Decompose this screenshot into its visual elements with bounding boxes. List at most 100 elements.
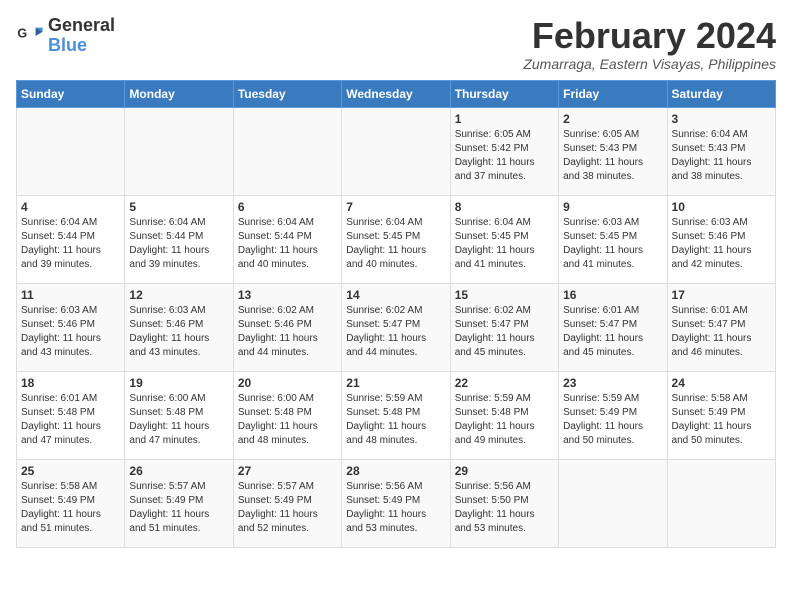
day-info: Sunrise: 6:04 AM Sunset: 5:43 PM Dayligh…	[672, 128, 771, 184]
logo: G GeneralBlue	[16, 16, 115, 56]
header-wednesday: Wednesday	[342, 80, 450, 107]
day-number: 18	[21, 376, 120, 390]
logo-text: GeneralBlue	[48, 16, 115, 56]
calendar-cell: 17 Sunrise: 6:01 AM Sunset: 5:47 PM Dayli…	[667, 283, 775, 371]
day-info: Sunrise: 6:01 AM Sunset: 5:47 PM Dayligh…	[563, 304, 662, 360]
day-number: 2	[563, 112, 662, 126]
day-number: 23	[563, 376, 662, 390]
calendar-cell: 5 Sunrise: 6:04 AM Sunset: 5:44 PM Daylig…	[125, 195, 233, 283]
calendar-cell: 8 Sunrise: 6:04 AM Sunset: 5:45 PM Daylig…	[450, 195, 558, 283]
calendar-cell: 6 Sunrise: 6:04 AM Sunset: 5:44 PM Daylig…	[233, 195, 341, 283]
day-info: Sunrise: 6:00 AM Sunset: 5:48 PM Dayligh…	[238, 392, 337, 448]
calendar-cell: 22 Sunrise: 5:59 AM Sunset: 5:48 PM Dayli…	[450, 371, 558, 459]
month-year-title: February 2024	[523, 16, 776, 56]
day-info: Sunrise: 5:59 AM Sunset: 5:48 PM Dayligh…	[346, 392, 445, 448]
calendar-cell: 25 Sunrise: 5:58 AM Sunset: 5:49 PM Dayli…	[17, 459, 125, 547]
day-info: Sunrise: 6:03 AM Sunset: 5:46 PM Dayligh…	[129, 304, 228, 360]
day-info: Sunrise: 5:58 AM Sunset: 5:49 PM Dayligh…	[672, 392, 771, 448]
day-info: Sunrise: 6:01 AM Sunset: 5:48 PM Dayligh…	[21, 392, 120, 448]
calendar-cell: 10 Sunrise: 6:03 AM Sunset: 5:46 PM Dayli…	[667, 195, 775, 283]
calendar-cell: 2Sunrise: 6:05 AM Sunset: 5:43 PM Daylig…	[559, 107, 667, 195]
calendar-cell: 4 Sunrise: 6:04 AM Sunset: 5:44 PM Daylig…	[17, 195, 125, 283]
calendar-week-3: 11 Sunrise: 6:03 AM Sunset: 5:46 PM Dayli…	[17, 283, 776, 371]
calendar-table: SundayMondayTuesdayWednesdayThursdayFrid…	[16, 80, 776, 548]
calendar-cell	[125, 107, 233, 195]
day-number: 26	[129, 464, 228, 478]
calendar-cell: 29 Sunrise: 5:56 AM Sunset: 5:50 PM Dayli…	[450, 459, 558, 547]
day-number: 9	[563, 200, 662, 214]
location-subtitle: Zumarraga, Eastern Visayas, Philippines	[523, 56, 776, 72]
day-info: Sunrise: 5:59 AM Sunset: 5:49 PM Dayligh…	[563, 392, 662, 448]
day-info: Sunrise: 6:03 AM Sunset: 5:45 PM Dayligh…	[563, 216, 662, 272]
day-number: 6	[238, 200, 337, 214]
day-info: Sunrise: 6:04 AM Sunset: 5:44 PM Dayligh…	[21, 216, 120, 272]
header-friday: Friday	[559, 80, 667, 107]
day-info: Sunrise: 6:04 AM Sunset: 5:44 PM Dayligh…	[238, 216, 337, 272]
day-number: 8	[455, 200, 554, 214]
calendar-cell: 14 Sunrise: 6:02 AM Sunset: 5:47 PM Dayli…	[342, 283, 450, 371]
calendar-cell	[667, 459, 775, 547]
day-number: 4	[21, 200, 120, 214]
svg-text:G: G	[17, 26, 27, 40]
calendar-cell: 27Sunrise: 5:57 AM Sunset: 5:49 PM Dayli…	[233, 459, 341, 547]
day-info: Sunrise: 6:02 AM Sunset: 5:47 PM Dayligh…	[455, 304, 554, 360]
day-number: 20	[238, 376, 337, 390]
day-number: 25	[21, 464, 120, 478]
calendar-cell	[342, 107, 450, 195]
day-info: Sunrise: 6:05 AM Sunset: 5:42 PM Dayligh…	[455, 128, 554, 184]
calendar-cell: 23 Sunrise: 5:59 AM Sunset: 5:49 PM Dayli…	[559, 371, 667, 459]
day-number: 13	[238, 288, 337, 302]
calendar-cell: 3Sunrise: 6:04 AM Sunset: 5:43 PM Daylig…	[667, 107, 775, 195]
calendar-cell: 7Sunrise: 6:04 AM Sunset: 5:45 PM Daylig…	[342, 195, 450, 283]
calendar-cell: 1Sunrise: 6:05 AM Sunset: 5:42 PM Daylig…	[450, 107, 558, 195]
day-info: Sunrise: 6:02 AM Sunset: 5:47 PM Dayligh…	[346, 304, 445, 360]
calendar-week-1: 1Sunrise: 6:05 AM Sunset: 5:42 PM Daylig…	[17, 107, 776, 195]
day-info: Sunrise: 6:03 AM Sunset: 5:46 PM Dayligh…	[21, 304, 120, 360]
day-number: 28	[346, 464, 445, 478]
calendar-cell: 11 Sunrise: 6:03 AM Sunset: 5:46 PM Dayli…	[17, 283, 125, 371]
day-info: Sunrise: 5:58 AM Sunset: 5:49 PM Dayligh…	[21, 480, 120, 536]
day-number: 19	[129, 376, 228, 390]
day-number: 14	[346, 288, 445, 302]
day-info: Sunrise: 6:02 AM Sunset: 5:46 PM Dayligh…	[238, 304, 337, 360]
day-number: 27	[238, 464, 337, 478]
calendar-cell: 28 Sunrise: 5:56 AM Sunset: 5:49 PM Dayli…	[342, 459, 450, 547]
calendar-cell: 15Sunrise: 6:02 AM Sunset: 5:47 PM Dayli…	[450, 283, 558, 371]
calendar-cell: 18 Sunrise: 6:01 AM Sunset: 5:48 PM Dayli…	[17, 371, 125, 459]
calendar-cell	[17, 107, 125, 195]
logo-icon: G	[16, 22, 44, 50]
day-info: Sunrise: 6:04 AM Sunset: 5:45 PM Dayligh…	[455, 216, 554, 272]
calendar-week-2: 4 Sunrise: 6:04 AM Sunset: 5:44 PM Daylig…	[17, 195, 776, 283]
day-info: Sunrise: 5:56 AM Sunset: 5:49 PM Dayligh…	[346, 480, 445, 536]
day-number: 22	[455, 376, 554, 390]
day-number: 29	[455, 464, 554, 478]
calendar-cell: 21 Sunrise: 5:59 AM Sunset: 5:48 PM Dayli…	[342, 371, 450, 459]
day-info: Sunrise: 6:03 AM Sunset: 5:46 PM Dayligh…	[672, 216, 771, 272]
calendar-cell: 16Sunrise: 6:01 AM Sunset: 5:47 PM Dayli…	[559, 283, 667, 371]
day-number: 11	[21, 288, 120, 302]
header-thursday: Thursday	[450, 80, 558, 107]
day-number: 24	[672, 376, 771, 390]
day-info: Sunrise: 6:01 AM Sunset: 5:47 PM Dayligh…	[672, 304, 771, 360]
day-number: 12	[129, 288, 228, 302]
calendar-cell: 20 Sunrise: 6:00 AM Sunset: 5:48 PM Dayli…	[233, 371, 341, 459]
calendar-cell	[233, 107, 341, 195]
title-area: February 2024 Zumarraga, Eastern Visayas…	[523, 16, 776, 72]
header: G GeneralBlue February 2024 Zumarraga, E…	[16, 16, 776, 72]
day-info: Sunrise: 6:04 AM Sunset: 5:44 PM Dayligh…	[129, 216, 228, 272]
calendar-header-row: SundayMondayTuesdayWednesdayThursdayFrid…	[17, 80, 776, 107]
day-info: Sunrise: 5:59 AM Sunset: 5:48 PM Dayligh…	[455, 392, 554, 448]
calendar-cell: 26 Sunrise: 5:57 AM Sunset: 5:49 PM Dayli…	[125, 459, 233, 547]
calendar-cell: 24 Sunrise: 5:58 AM Sunset: 5:49 PM Dayli…	[667, 371, 775, 459]
header-saturday: Saturday	[667, 80, 775, 107]
day-info: Sunrise: 6:04 AM Sunset: 5:45 PM Dayligh…	[346, 216, 445, 272]
calendar-cell: 12 Sunrise: 6:03 AM Sunset: 5:46 PM Dayli…	[125, 283, 233, 371]
day-number: 5	[129, 200, 228, 214]
day-info: Sunrise: 5:56 AM Sunset: 5:50 PM Dayligh…	[455, 480, 554, 536]
header-tuesday: Tuesday	[233, 80, 341, 107]
header-monday: Monday	[125, 80, 233, 107]
day-number: 10	[672, 200, 771, 214]
day-number: 21	[346, 376, 445, 390]
day-info: Sunrise: 5:57 AM Sunset: 5:49 PM Dayligh…	[129, 480, 228, 536]
day-number: 17	[672, 288, 771, 302]
